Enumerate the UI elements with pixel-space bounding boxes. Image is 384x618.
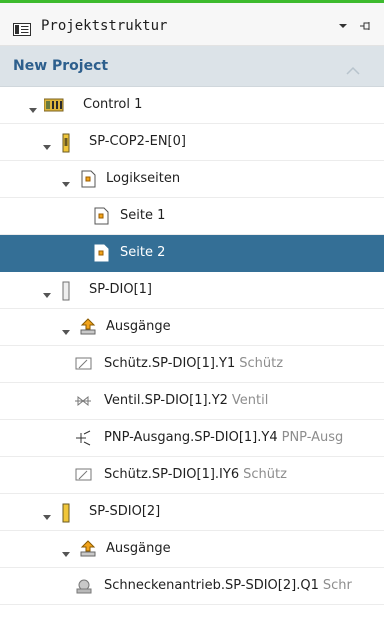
tree-row-ausgaenge-2[interactable]: Ausgänge xyxy=(0,531,384,568)
tree-row-sp-sdio[interactable]: SP-SDIO[2] xyxy=(0,494,384,531)
expand-triangle-icon[interactable] xyxy=(42,508,52,520)
expand-triangle-icon[interactable] xyxy=(28,101,38,113)
outputs-icon xyxy=(79,318,97,336)
tree-label: Seite 1 xyxy=(120,208,166,223)
io-module-icon xyxy=(60,281,78,301)
outputs-icon xyxy=(79,540,97,558)
expand-triangle-icon[interactable] xyxy=(42,286,52,298)
tree-label: SP-DIO[1] xyxy=(89,282,152,297)
tree-label: Ventil.SP-DIO[1].Y2 Ventil xyxy=(104,393,269,408)
tree-row-ventil-y2[interactable]: Ventil.SP-DIO[1].Y2 Ventil xyxy=(0,383,384,420)
tree-row-pnp-y4[interactable]: PNP-Ausgang.SP-DIO[1].Y4 PNP-Ausg xyxy=(0,420,384,457)
pnp-output-icon xyxy=(74,429,92,447)
header-controls xyxy=(336,19,372,33)
tree-row-sp-cop2[interactable]: SP-COP2-EN[0] xyxy=(0,124,384,161)
safety-io-module-icon xyxy=(60,503,78,523)
pin-icon[interactable] xyxy=(358,19,372,33)
project-structure-panel: Projektstruktur New Project Control 1 SP… xyxy=(0,0,384,618)
expand-triangle-icon[interactable] xyxy=(61,175,71,187)
expand-triangle-icon[interactable] xyxy=(61,323,71,335)
tree-row-seite-1[interactable]: Seite 1 xyxy=(0,198,384,235)
controller-icon xyxy=(43,96,64,114)
tree-row-ausgaenge-1[interactable]: Ausgänge xyxy=(0,309,384,346)
motor-drive-icon xyxy=(74,577,92,595)
contactor-icon xyxy=(74,355,92,373)
contactor-icon xyxy=(74,466,92,484)
project-root-row[interactable]: New Project xyxy=(0,46,384,87)
collapse-chevron-up-icon[interactable] xyxy=(346,61,360,75)
tree-row-seite-2-selected[interactable]: Seite 2 xyxy=(0,235,384,272)
page-icon xyxy=(92,207,110,225)
tree-row-schuetz-y1[interactable]: Schütz.SP-DIO[1].Y1 Schütz xyxy=(0,346,384,383)
expand-triangle-icon[interactable] xyxy=(61,545,71,557)
tree-label: Schneckenantrieb.SP-SDIO[2].Q1 Schr xyxy=(104,578,352,593)
expand-triangle-icon[interactable] xyxy=(42,138,52,150)
project-structure-icon xyxy=(13,21,31,36)
module-icon xyxy=(60,133,78,153)
panel-menu-dropdown-icon[interactable] xyxy=(336,19,350,33)
tree-label: Ausgänge xyxy=(106,541,171,556)
tree-row-schneckenantrieb-q1[interactable]: Schneckenantrieb.SP-SDIO[2].Q1 Schr xyxy=(0,568,384,605)
tree-row-logikseiten[interactable]: Logikseiten xyxy=(0,161,384,198)
project-name: New Project xyxy=(13,58,109,74)
panel-title: Projektstruktur xyxy=(41,18,168,34)
tree-label: Schütz.SP-DIO[1].Y1 Schütz xyxy=(104,356,284,371)
tree-label: Schütz.SP-DIO[1].IY6 Schütz xyxy=(104,467,287,482)
project-tree: Control 1 SP-COP2-EN[0] Logikseiten Seit… xyxy=(0,87,384,605)
tree-row-schuetz-iy6[interactable]: Schütz.SP-DIO[1].IY6 Schütz xyxy=(0,457,384,494)
tree-label: Ausgänge xyxy=(106,319,171,334)
tree-row-control-1[interactable]: Control 1 xyxy=(0,87,384,124)
page-icon xyxy=(92,244,110,262)
panel-header: Projektstruktur xyxy=(0,3,384,46)
tree-label: Control 1 xyxy=(83,97,143,112)
valve-icon xyxy=(74,392,92,410)
tree-label: Seite 2 xyxy=(120,245,166,260)
tree-label: Logikseiten xyxy=(106,171,181,186)
tree-label: SP-SDIO[2] xyxy=(89,504,161,519)
logic-folder-icon xyxy=(79,170,97,188)
tree-label: PNP-Ausgang.SP-DIO[1].Y4 PNP-Ausg xyxy=(104,430,344,445)
tree-label: SP-COP2-EN[0] xyxy=(89,134,186,149)
tree-row-sp-dio[interactable]: SP-DIO[1] xyxy=(0,272,384,309)
